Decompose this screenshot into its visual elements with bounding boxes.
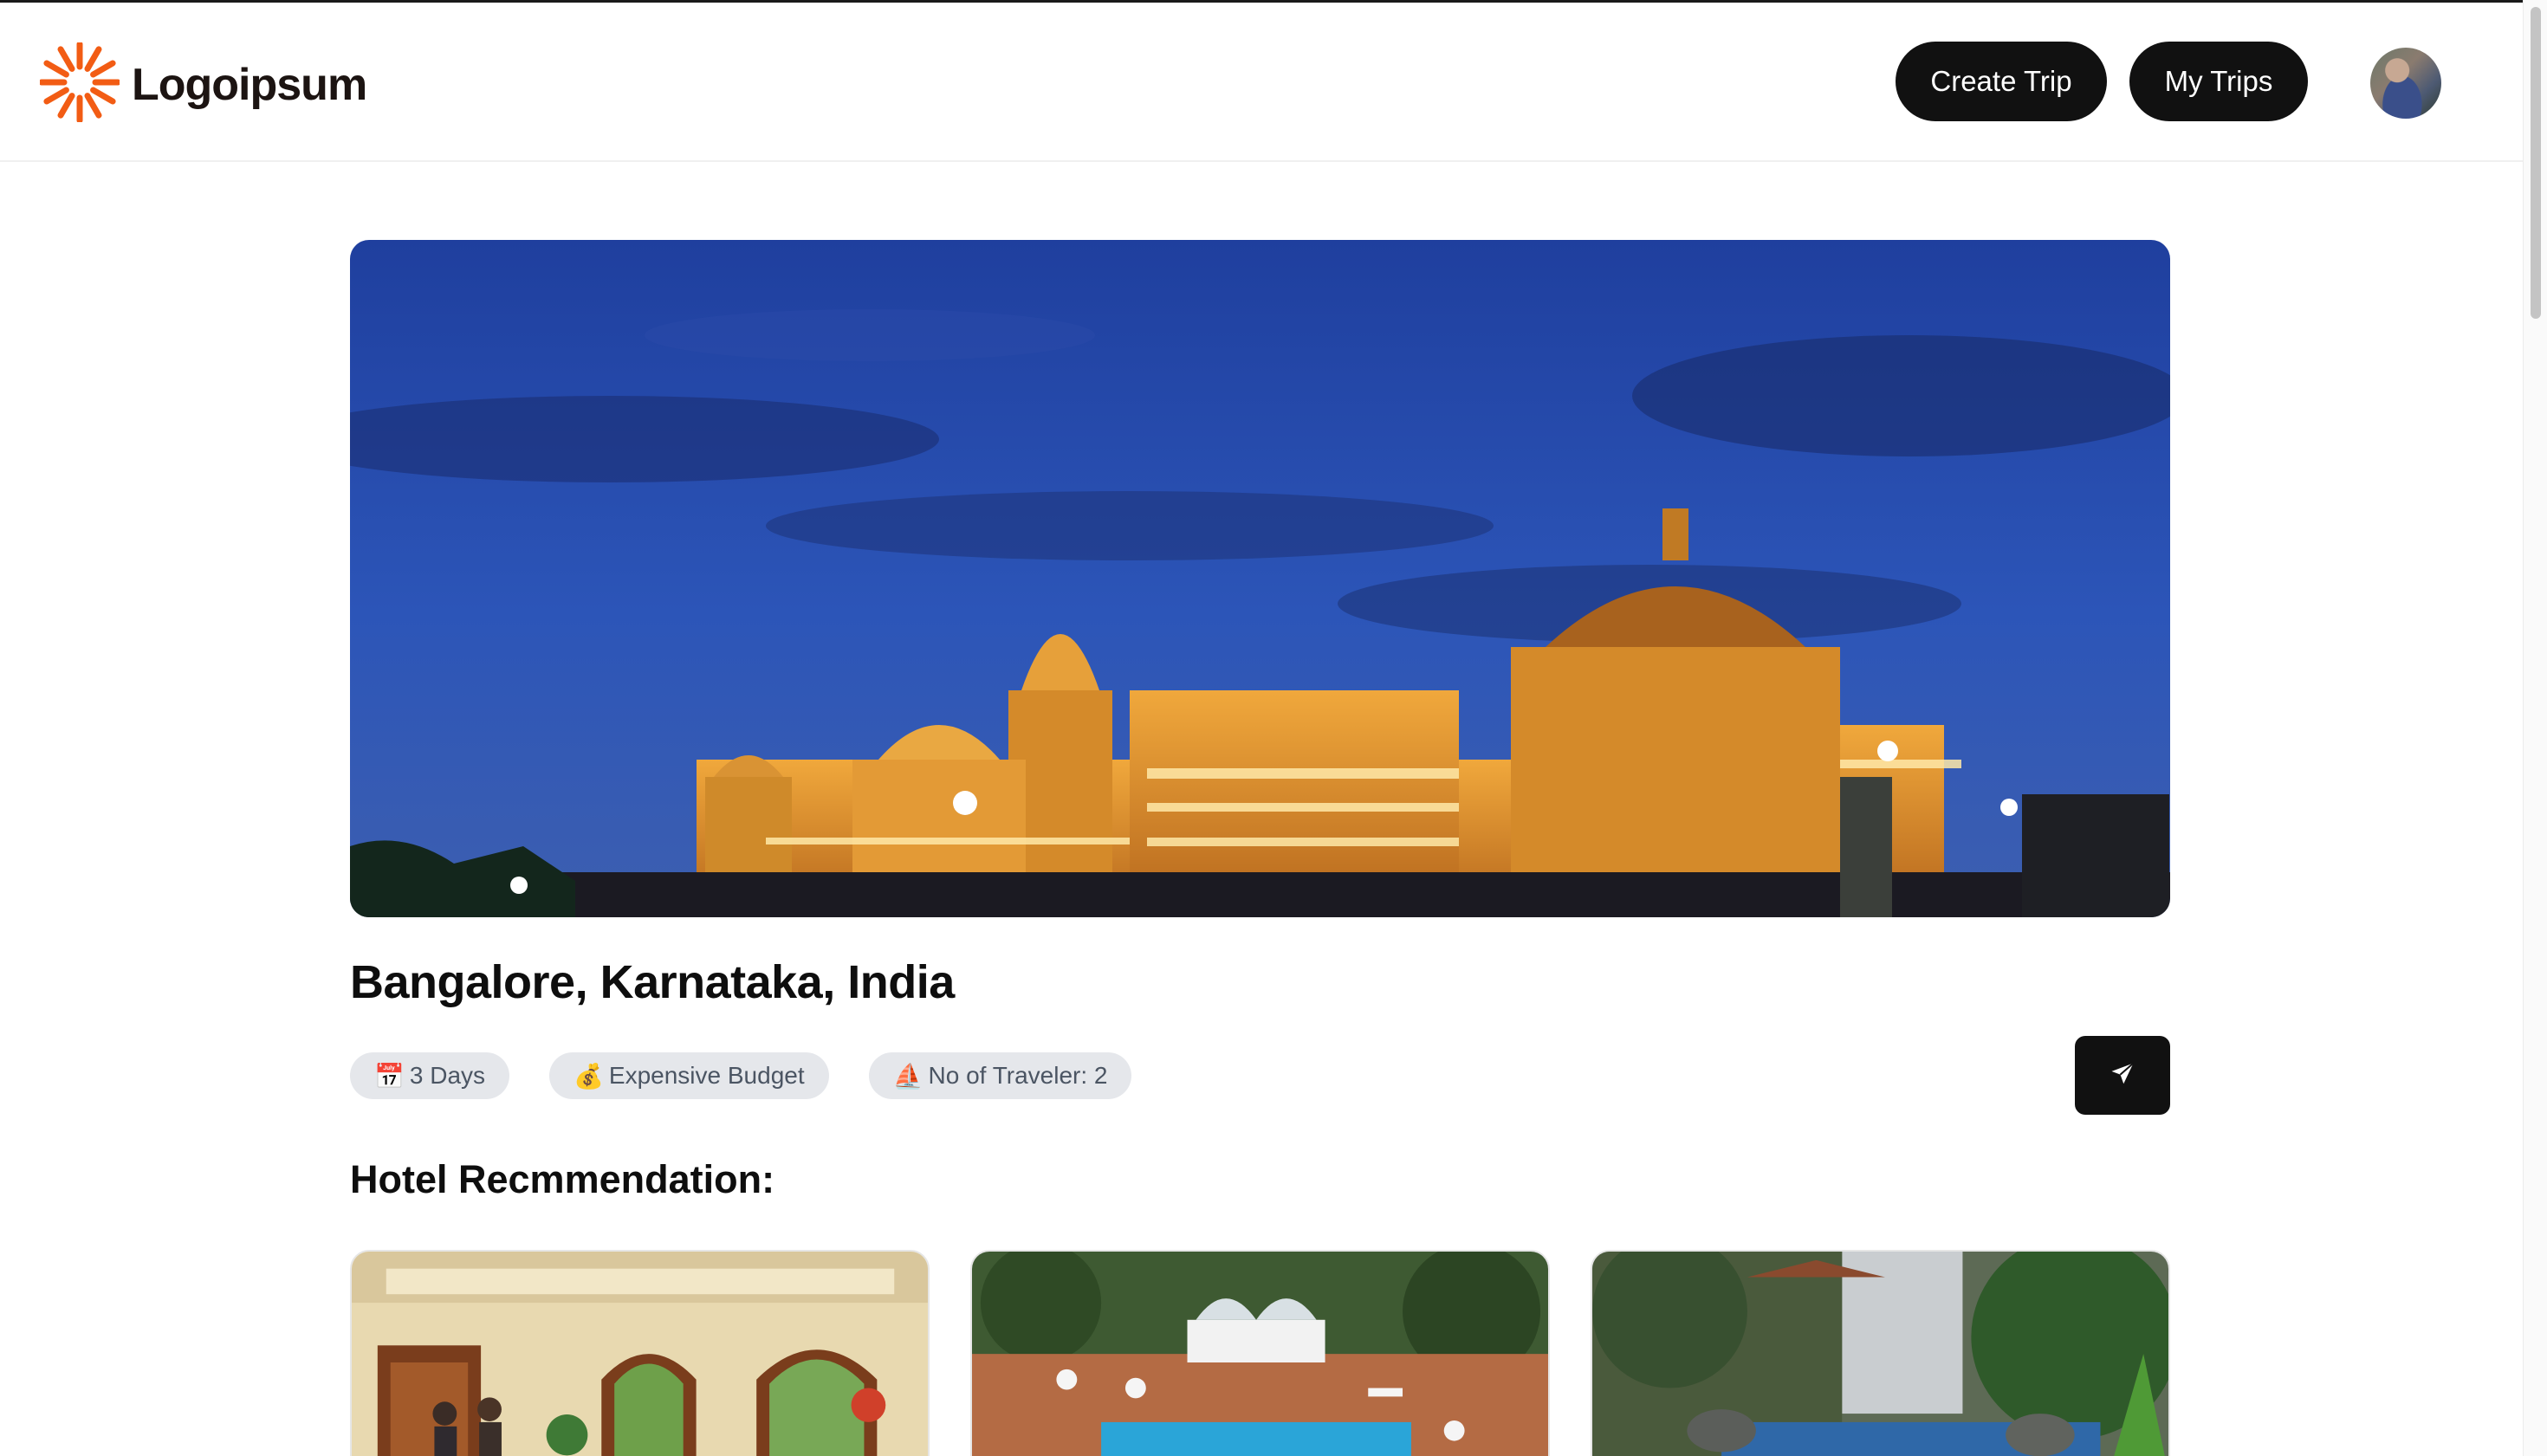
- vertical-scrollbar[interactable]: [2523, 0, 2547, 1456]
- trip-info-chips: 📅 3 Days 💰 Expensive Budget ⛵ No of Trav…: [350, 1052, 1132, 1099]
- brand-logo[interactable]: Logoipsum: [38, 41, 367, 126]
- logo-ray: [90, 60, 116, 78]
- top-header: Logoipsum Create Trip My Trips: [0, 3, 2523, 162]
- destination-title: Bangalore, Karnataka, India: [350, 956, 955, 1008]
- hotel-image: [352, 1252, 928, 1456]
- create-trip-button[interactable]: Create Trip: [1896, 42, 2107, 121]
- logo-ray: [90, 87, 116, 105]
- logo-ray: [84, 93, 102, 119]
- hotel-section-title: Hotel Recmmendation:: [350, 1157, 775, 1201]
- sunburst-logo-icon: [38, 41, 121, 126]
- hotel-card-list: [350, 1250, 2170, 1456]
- duration-label: 3 Days: [409, 1062, 486, 1089]
- travelers-chip: ⛵ No of Traveler: 2: [868, 1052, 1132, 1099]
- scrollbar-thumb[interactable]: [2531, 7, 2541, 319]
- share-trip-button[interactable]: [2075, 1036, 2170, 1115]
- app-page: Logoipsum Create Trip My Trips Bangalore…: [0, 0, 2547, 1456]
- hotel-card[interactable]: [970, 1250, 1550, 1456]
- hotel-image: [972, 1252, 1548, 1456]
- send-icon: [2110, 1061, 2135, 1090]
- travelers-label: No of Traveler: 2: [928, 1062, 1108, 1089]
- logo-ray: [84, 46, 102, 72]
- logo-ray: [43, 87, 69, 105]
- my-trips-button[interactable]: My Trips: [2129, 42, 2308, 121]
- budget-label: Expensive Budget: [608, 1062, 805, 1089]
- logo-ray: [57, 93, 75, 119]
- sailboat-icon: ⛵: [892, 1062, 924, 1090]
- logo-ray: [57, 46, 75, 72]
- user-avatar[interactable]: [2370, 48, 2441, 119]
- money-bag-icon: 💰: [574, 1062, 604, 1090]
- budget-chip: 💰 Expensive Budget: [549, 1052, 829, 1099]
- duration-chip: 📅 3 Days: [350, 1052, 510, 1099]
- hotel-card[interactable]: [1591, 1250, 2170, 1456]
- calendar-icon: 📅: [374, 1062, 405, 1090]
- hotel-image: [1592, 1252, 2168, 1456]
- logo-ray: [43, 60, 69, 78]
- brand-name: Logoipsum: [132, 59, 367, 110]
- hotel-card[interactable]: [350, 1250, 930, 1456]
- destination-hero-image: [350, 240, 2170, 917]
